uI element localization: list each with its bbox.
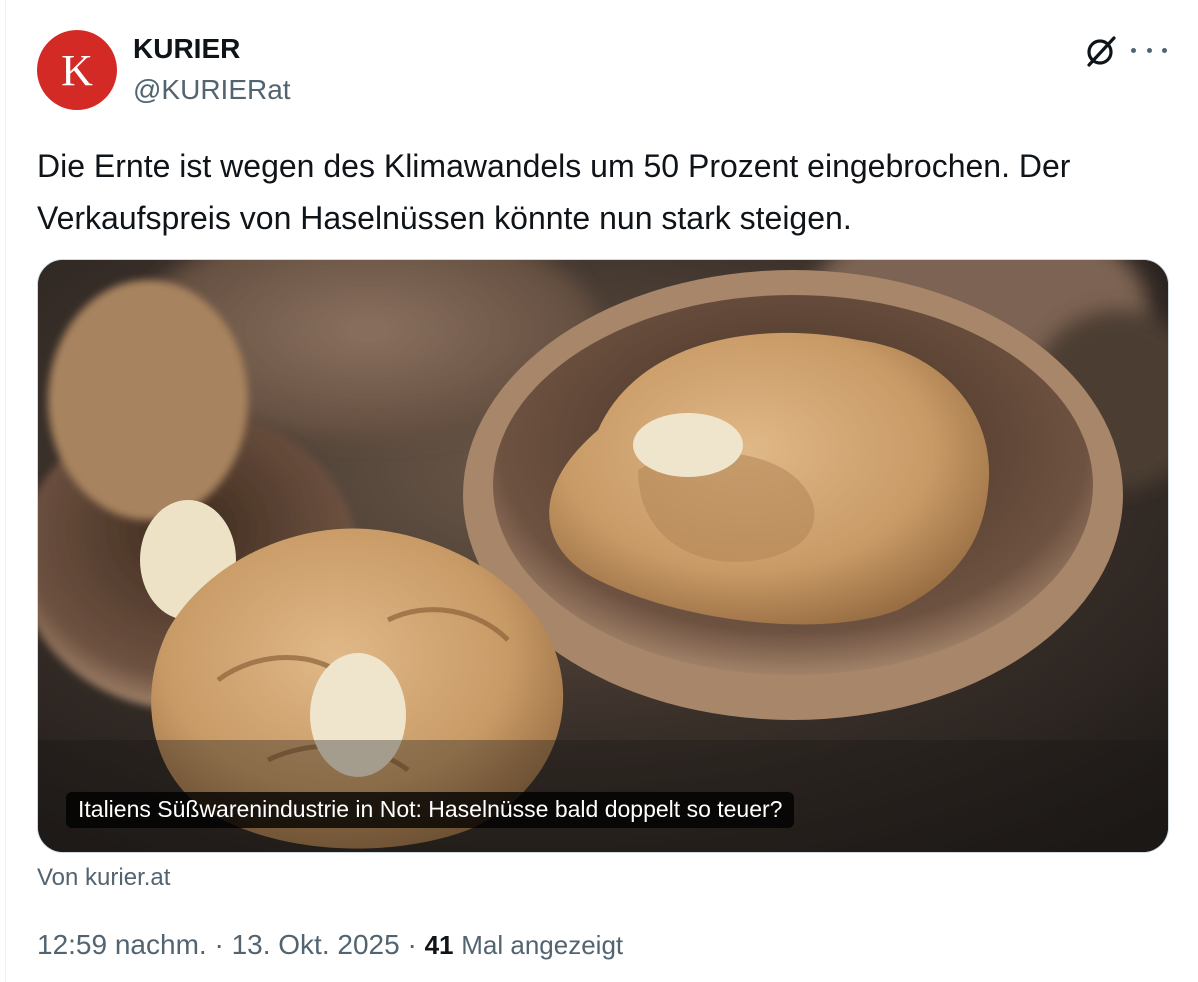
tweet-date[interactable]: 13. Okt. 2025 xyxy=(232,929,400,960)
tweet-text-line-1: Die Ernte ist wegen des Klimawandels um … xyxy=(37,148,1071,184)
tweet-meta: 12:59 nachm. · 13. Okt. 2025 · 41 Mal an… xyxy=(37,929,623,961)
views-count[interactable]: 41 xyxy=(425,930,454,960)
tweet-time[interactable]: 12:59 nachm. xyxy=(37,929,207,960)
tweet-text-line-2: Verkaufspreis von Haselnüssen könnte nun… xyxy=(37,200,852,236)
card-image-walnuts xyxy=(38,260,1168,852)
tweet-header: K KURIER @KURIERat xyxy=(37,30,1167,112)
timeline-border xyxy=(5,0,6,982)
link-card[interactable]: Italiens Süßwarenindustrie in Not: Hasel… xyxy=(37,259,1169,853)
tweet-text: Die Ernte ist wegen des Klimawandels um … xyxy=(37,140,1167,244)
account-handle[interactable]: @KURIERat xyxy=(133,74,291,106)
meta-separator: · xyxy=(214,929,224,960)
meta-separator: · xyxy=(407,929,417,960)
grok-icon[interactable] xyxy=(1083,33,1119,69)
more-options-icon[interactable] xyxy=(1131,38,1167,62)
avatar-letter: K xyxy=(61,46,93,95)
avatar[interactable]: K xyxy=(37,30,117,110)
account-name[interactable]: KURIER xyxy=(133,33,240,65)
card-source[interactable]: Von kurier.at xyxy=(37,864,170,892)
card-caption: Italiens Süßwarenindustrie in Not: Hasel… xyxy=(66,792,795,828)
views-label: Mal angezeigt xyxy=(461,930,624,960)
